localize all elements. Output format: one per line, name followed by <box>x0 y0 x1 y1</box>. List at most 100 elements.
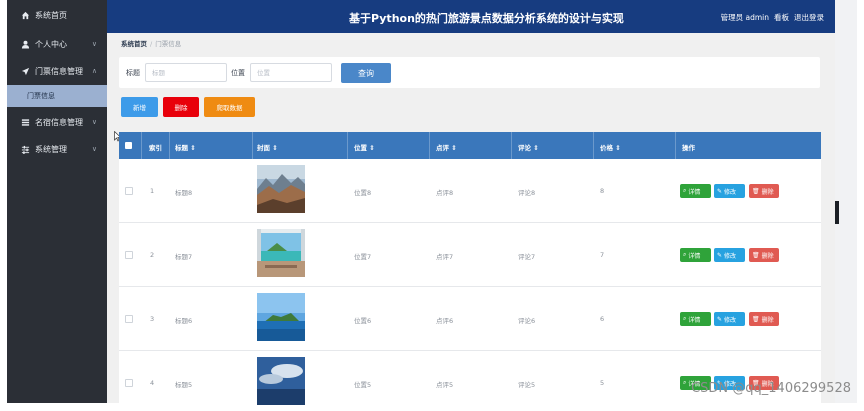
detail-button[interactable]: ⌕ 详情 <box>680 248 711 262</box>
pencil-icon: ✎ <box>717 187 723 195</box>
cell-location: 位置5 <box>354 381 372 389</box>
cell-index: 2 <box>150 251 155 259</box>
breadcrumb-separator: / <box>150 40 153 48</box>
row-checkbox[interactable] <box>125 251 133 259</box>
location-search-input[interactable] <box>250 63 332 82</box>
column-divider <box>347 132 348 159</box>
cell-title: 标题8 <box>175 189 193 197</box>
table-row: 1 标题8 位置8 点评8 评论8 8 ⌕ 详情 ✎ 修改 🗑 删除 <box>119 159 821 223</box>
add-button[interactable]: 新增 <box>121 97 158 117</box>
delete-label: 删除 <box>761 188 774 196</box>
fetch-data-button[interactable]: 爬取数据 <box>204 97 255 117</box>
home-icon <box>21 11 30 20</box>
sidebar: 系统首页 个人中心 ∨ 门票信息管理 ∧ 门票信息 名宿信息管理 ∨ 系统管理 … <box>7 0 107 403</box>
trash-icon: 🗑 <box>752 315 760 323</box>
trash-icon: 🗑 <box>752 187 760 195</box>
header-review[interactable]: 点评 ⇕ <box>436 142 457 152</box>
trash-icon: 🗑 <box>752 251 760 259</box>
detail-button[interactable]: ⌕ 详情 <box>680 184 711 198</box>
scrollbar-handle[interactable] <box>835 201 839 224</box>
dashboard-link[interactable]: 看板 <box>774 12 789 23</box>
cell-comment: 评论8 <box>518 189 536 197</box>
cell-price: 6 <box>600 315 605 323</box>
main-content: 系统首页/门票信息 标题 位置 查询 新增 删除 爬取数据 索引 标题 ⇕ 封面… <box>107 33 835 411</box>
top-header: 基于Python的热门旅游景点数据分析系统的设计与实现 管理员 admin 看板… <box>107 0 835 33</box>
row-delete-button[interactable]: 🗑 删除 <box>749 312 779 326</box>
sidebar-item-system-management[interactable]: 系统管理 ∨ <box>7 136 107 163</box>
edit-label: 修改 <box>724 316 737 324</box>
csdn-watermark: CSDN @qq_1406299528 <box>691 381 851 396</box>
cell-price: 8 <box>600 187 605 195</box>
cell-index: 1 <box>150 187 155 195</box>
row-checkbox[interactable] <box>125 187 133 195</box>
header-price[interactable]: 价格 ⇕ <box>600 142 621 152</box>
sidebar-item-label: 系统管理 <box>35 145 67 154</box>
pencil-icon: ✎ <box>717 251 723 259</box>
title-search-input[interactable] <box>145 63 227 82</box>
header-title[interactable]: 标题 ⇕ <box>175 142 196 152</box>
breadcrumb-home[interactable]: 系统首页 <box>121 40 147 48</box>
select-all-checkbox[interactable] <box>125 142 132 149</box>
cover-image-mountain-lake[interactable] <box>257 165 305 213</box>
cell-review: 点评7 <box>436 253 454 261</box>
cell-price: 7 <box>600 251 605 259</box>
breadcrumb: 系统首页 / 门票信息 <box>121 38 181 48</box>
edit-button[interactable]: ✎ 修改 <box>714 312 745 326</box>
cell-index: 3 <box>150 315 155 323</box>
detail-label: 详情 <box>688 316 701 324</box>
cell-title: 标题6 <box>175 317 193 325</box>
search-icon: ⌕ <box>683 187 687 194</box>
sidebar-item-homestay-management[interactable]: 名宿信息管理 ∨ <box>7 109 107 136</box>
cell-review: 点评5 <box>436 381 454 389</box>
search-icon: ⌕ <box>683 379 687 386</box>
delete-label: 删除 <box>761 316 774 324</box>
edit-label: 修改 <box>724 188 737 196</box>
chevron-down-icon: ∨ <box>91 40 97 48</box>
ticket-table: 索引 标题 ⇕ 封面 ⇕ 位置 ⇕ 点评 ⇕ 评论 ⇕ 价格 ⇕ 操作 1 标题… <box>119 132 821 411</box>
header-location[interactable]: 位置 ⇕ <box>354 142 375 152</box>
table-header: 索引 标题 ⇕ 封面 ⇕ 位置 ⇕ 点评 ⇕ 评论 ⇕ 价格 ⇕ 操作 <box>119 132 821 159</box>
header-cover[interactable]: 封面 ⇕ <box>257 142 278 152</box>
search-icon: ⌕ <box>683 315 687 322</box>
sidebar-item-label: 系统首页 <box>35 11 67 20</box>
sidebar-item-ticket-info[interactable]: 门票信息 <box>7 85 107 107</box>
query-button[interactable]: 查询 <box>341 63 391 83</box>
delete-button[interactable]: 删除 <box>163 97 199 117</box>
column-divider <box>593 132 594 159</box>
edit-button[interactable]: ✎ 修改 <box>714 184 745 198</box>
column-divider <box>169 132 170 159</box>
row-delete-button[interactable]: 🗑 删除 <box>749 184 779 198</box>
user-icon <box>21 40 30 49</box>
app-window: 系统首页 个人中心 ∨ 门票信息管理 ∧ 门票信息 名宿信息管理 ∨ 系统管理 … <box>0 0 864 411</box>
header-user-area: 管理员 admin 看板 退出登录 <box>721 12 824 23</box>
sidebar-item-home[interactable]: 系统首页 <box>7 0 107 31</box>
search-icon: ⌕ <box>683 251 687 258</box>
header-comment[interactable]: 评论 ⇕ <box>518 142 539 152</box>
row-checkbox[interactable] <box>125 315 133 323</box>
cell-index: 4 <box>150 379 155 387</box>
search-bar: 标题 位置 查询 <box>119 57 820 88</box>
cell-review: 点评8 <box>436 189 454 197</box>
table-row: 2 标题7 位置7 点评7 评论7 7 ⌕ 详情 ✎ 修改 🗑 删除 <box>119 223 821 287</box>
edit-button[interactable]: ✎ 修改 <box>714 248 745 262</box>
header-index: 索引 <box>149 144 162 152</box>
header-actions: 操作 <box>682 144 695 152</box>
cover-image-beach-window[interactable] <box>257 229 305 277</box>
admin-user-label: 管理员 admin <box>720 13 769 22</box>
pencil-icon: ✎ <box>717 315 723 323</box>
cell-location: 位置7 <box>354 253 372 261</box>
cell-location: 位置6 <box>354 317 372 325</box>
detail-button[interactable]: ⌕ 详情 <box>680 312 711 326</box>
row-checkbox[interactable] <box>125 379 133 387</box>
cover-image-island-sea[interactable] <box>257 293 305 341</box>
row-delete-button[interactable]: 🗑 删除 <box>749 248 779 262</box>
sidebar-item-label: 名宿信息管理 <box>35 118 83 127</box>
sidebar-item-ticket-management[interactable]: 门票信息管理 ∧ <box>7 58 107 85</box>
sidebar-item-personal-center[interactable]: 个人中心 ∨ <box>7 31 107 58</box>
chevron-down-icon: ∨ <box>91 118 97 126</box>
cell-title: 标题5 <box>175 381 193 389</box>
sliders-icon <box>21 145 30 154</box>
cover-image-sky-sea[interactable] <box>257 357 305 405</box>
logout-link[interactable]: 退出登录 <box>794 12 824 23</box>
edit-label: 修改 <box>724 252 737 260</box>
